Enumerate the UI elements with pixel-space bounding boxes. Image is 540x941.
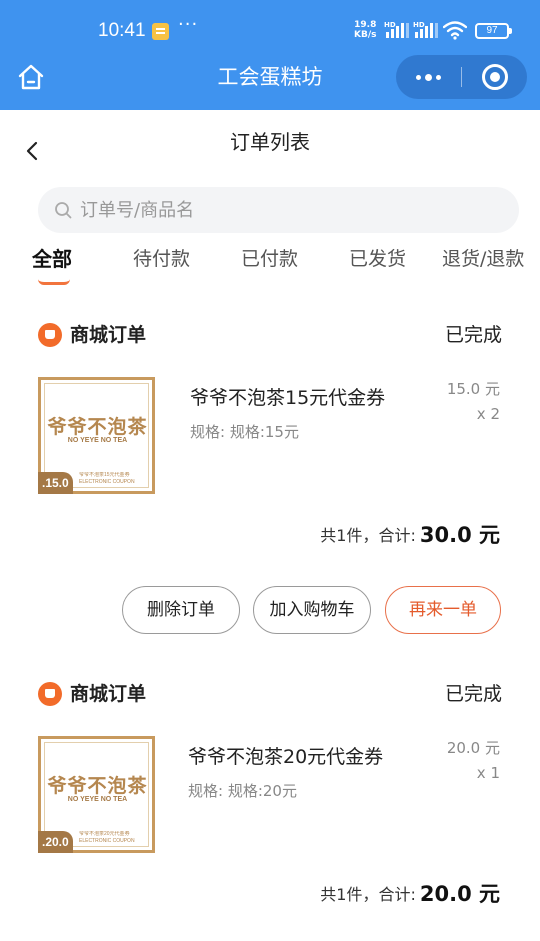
add-to-cart-button[interactable]: 加入购物车 bbox=[253, 586, 371, 634]
coupon-strip: 爷爷不泡茶20元代金券 ELECTRONIC COUPON bbox=[79, 831, 146, 845]
delete-order-button[interactable]: 删除订单 bbox=[122, 586, 240, 634]
product-spec: 规格: 规格:15元 bbox=[190, 423, 299, 441]
order-type-label: 商城订单 bbox=[70, 683, 147, 705]
product-price: 20.0 元 bbox=[446, 739, 500, 757]
network-speed-value: 19.8 bbox=[354, 20, 377, 30]
coupon-strip-text: 爷爷不泡茶20元代金券 bbox=[79, 831, 130, 837]
target-icon bbox=[482, 64, 508, 90]
page-title: 订单列表 bbox=[230, 130, 310, 154]
more-dot-icon bbox=[416, 74, 421, 80]
brand-logo: 爷爷不泡茶 bbox=[47, 775, 148, 797]
order-card: 商城订单 已完成 爷爷不泡茶 NO YEYE NO TEA 爷爷不泡茶15元代金… bbox=[0, 320, 540, 640]
order-total: 共1件，合计: 20.0 元 bbox=[320, 878, 500, 910]
tab-refund[interactable]: 退货/退款 bbox=[442, 244, 524, 274]
mini-program-capsule bbox=[396, 55, 527, 99]
product-quantity: x 2 bbox=[476, 405, 500, 423]
battery-icon: 97 bbox=[475, 23, 512, 39]
close-mini-program-button[interactable] bbox=[462, 55, 527, 99]
search-icon bbox=[55, 202, 72, 219]
more-menu-button[interactable] bbox=[396, 55, 461, 99]
product-quantity: x 1 bbox=[476, 764, 500, 782]
more-dot-icon bbox=[436, 74, 441, 80]
order-header: 商城订单 已完成 bbox=[38, 679, 502, 709]
network-speed-unit: KB/s bbox=[354, 30, 377, 40]
brand-logo-subtitle: NO YEYE NO TEA bbox=[67, 437, 128, 444]
product-price: 15.0 元 bbox=[446, 380, 500, 398]
more-dot-icon bbox=[425, 73, 432, 81]
signal-icon-2: HD bbox=[413, 22, 439, 38]
order-total-label: 共1件，合计: bbox=[320, 885, 416, 904]
coupon-strip: 爷爷不泡茶15元代金券 ELECTRONIC COUPON bbox=[79, 472, 146, 486]
order-status: 已完成 bbox=[444, 683, 502, 705]
order-total: 共1件，合计: 30.0 元 bbox=[320, 519, 500, 551]
shop-bag-icon bbox=[38, 682, 62, 706]
status-bar: 10:41 ··· 19.8 KB/s HD HD 97 bbox=[0, 0, 540, 60]
network-speed: 19.8 KB/s bbox=[354, 20, 376, 40]
product-name[interactable]: 爷爷不泡茶15元代金券 bbox=[190, 383, 385, 413]
coupon-value-badge: .20.0 bbox=[38, 831, 73, 853]
search-input[interactable] bbox=[80, 187, 500, 233]
tab-pending-payment[interactable]: 待付款 bbox=[133, 244, 190, 274]
order-type-label: 商城订单 bbox=[70, 324, 147, 346]
order-total-label: 共1件，合计: bbox=[320, 526, 416, 545]
coupon-strip-subtext: ELECTRONIC COUPON bbox=[79, 479, 135, 485]
coupon-strip-text: 爷爷不泡茶15元代金券 bbox=[79, 472, 130, 478]
coupon-value-badge: .15.0 bbox=[38, 472, 73, 494]
product-spec: 规格: 规格:20元 bbox=[188, 782, 297, 800]
order-header: 商城订单 已完成 bbox=[38, 320, 502, 350]
active-tab-indicator bbox=[38, 279, 70, 285]
order-card: 商城订单 已完成 爷爷不泡茶 NO YEYE NO TEA 爷爷不泡茶20元代金… bbox=[0, 679, 540, 941]
brand-logo-subtitle: NO YEYE NO TEA bbox=[67, 796, 128, 803]
wifi-icon bbox=[443, 21, 467, 40]
product-thumbnail[interactable]: 爷爷不泡茶 NO YEYE NO TEA 爷爷不泡茶20元代金券 ELECTRO… bbox=[38, 736, 155, 853]
brand-logo: 爷爷不泡茶 bbox=[47, 416, 148, 438]
order-total-amount: 30.0 元 bbox=[419, 523, 500, 547]
order-status: 已完成 bbox=[444, 324, 502, 346]
search-bar bbox=[38, 187, 519, 233]
reorder-button[interactable]: 再来一单 bbox=[385, 586, 501, 634]
status-more-icon: ··· bbox=[178, 14, 199, 35]
notification-icon bbox=[152, 23, 169, 40]
tab-all[interactable]: 全部 bbox=[32, 244, 72, 274]
order-total-amount: 20.0 元 bbox=[419, 882, 500, 906]
shop-bag-icon bbox=[38, 323, 62, 347]
coupon-strip-subtext: ELECTRONIC COUPON bbox=[79, 838, 135, 844]
tab-paid[interactable]: 已付款 bbox=[241, 244, 298, 274]
tab-shipped[interactable]: 已发货 bbox=[349, 244, 406, 274]
order-tabs: 全部 待付款 已付款 已发货 退货/退款 bbox=[0, 240, 540, 290]
product-name[interactable]: 爷爷不泡茶20元代金券 bbox=[188, 742, 383, 772]
signal-icon: HD bbox=[384, 22, 410, 38]
status-time: 10:41 bbox=[98, 20, 146, 41]
product-thumbnail[interactable]: 爷爷不泡茶 NO YEYE NO TEA 爷爷不泡茶15元代金券 ELECTRO… bbox=[38, 377, 155, 494]
app-header: 10:41 ··· 19.8 KB/s HD HD 97 工会蛋糕坊 bbox=[0, 0, 540, 110]
